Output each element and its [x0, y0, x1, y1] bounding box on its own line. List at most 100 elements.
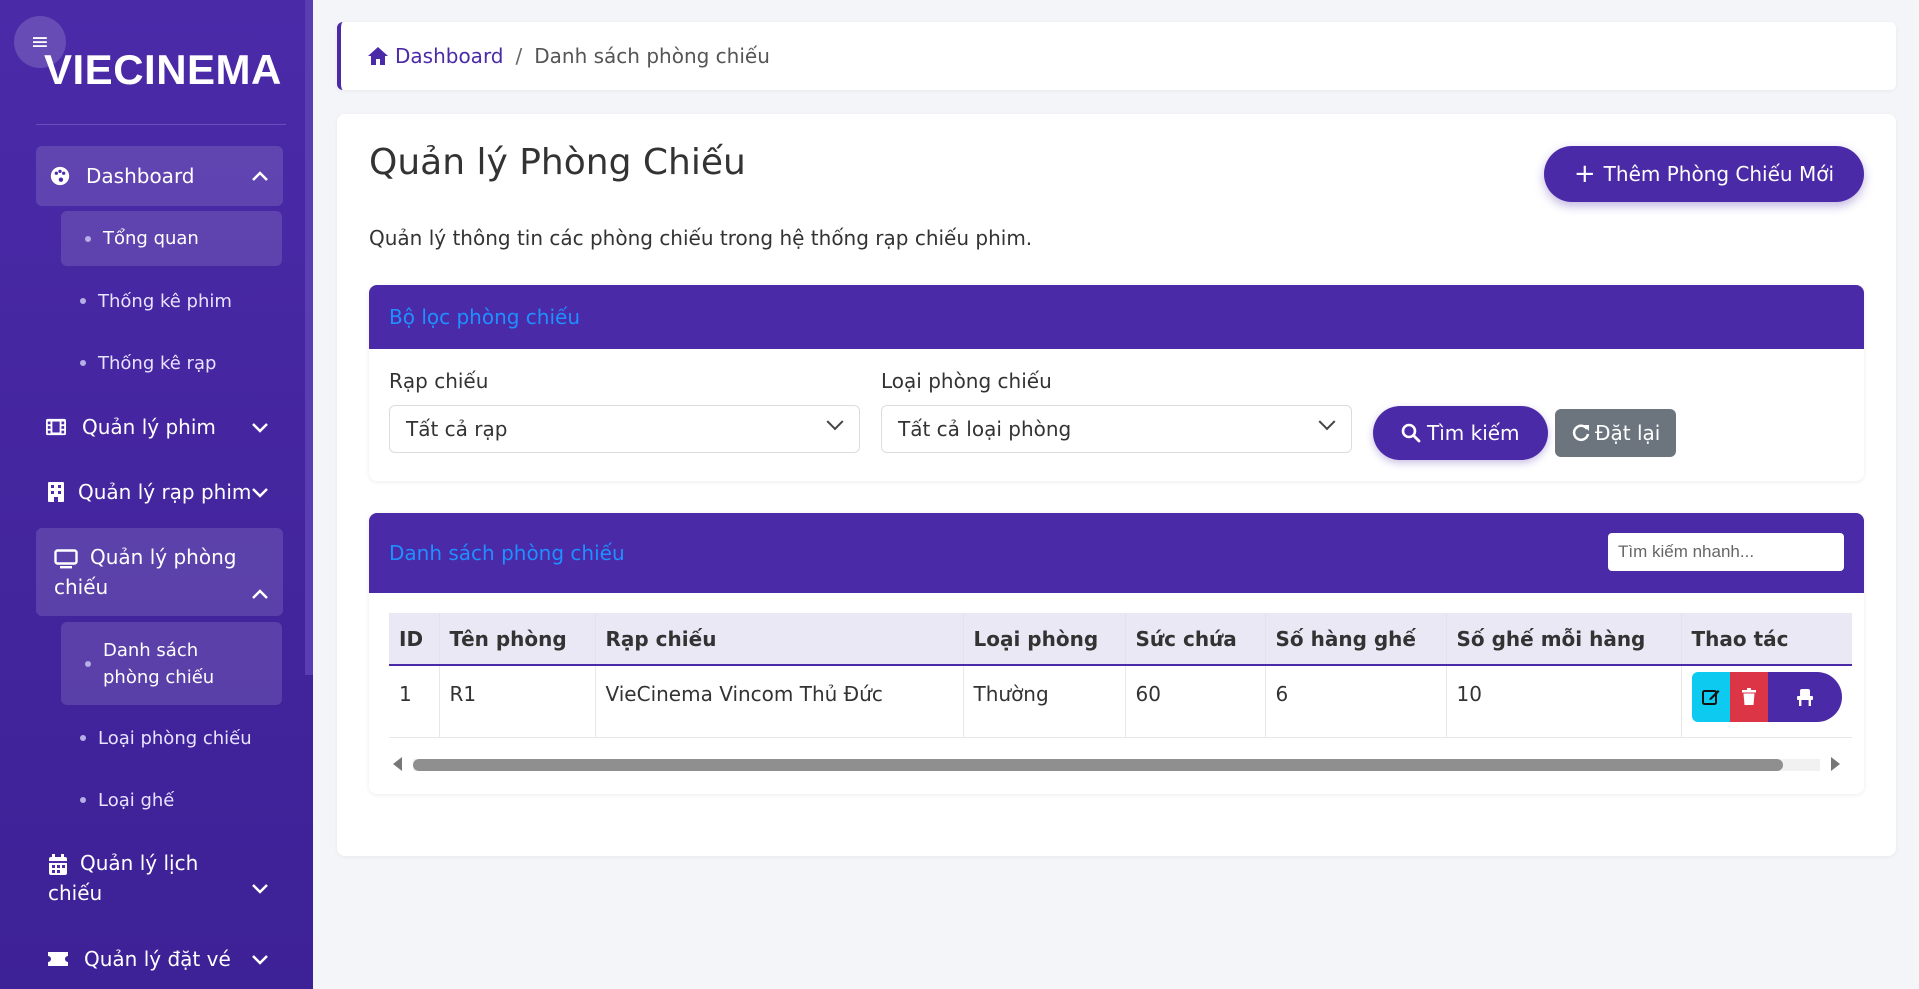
divider	[36, 124, 286, 125]
bullet-icon	[80, 797, 86, 803]
cinema-filter-label: Rạp chiếu	[389, 369, 489, 393]
sidebar-item-label: Loại phòng chiếu	[98, 727, 252, 749]
search-button[interactable]: Tìm kiếm	[1373, 406, 1548, 460]
cell-cinema: VieCinema Vincom Thủ Đức	[595, 665, 964, 738]
sidebar-item-overview[interactable]: Tổng quan	[61, 211, 282, 266]
room-list-panel: Danh sách phòng chiếu ID Tên phòng Rạp c…	[369, 513, 1864, 794]
sidebar-item-movie-stats[interactable]: Thống kê phim	[56, 275, 277, 327]
filter-panel-title: Bộ lọc phòng chiếu	[389, 305, 581, 329]
scroll-left-icon[interactable]	[393, 757, 402, 771]
edit-icon	[1701, 690, 1719, 705]
nav-label: Dashboard	[86, 164, 195, 188]
chair-icon	[1796, 689, 1813, 706]
chevron-up-icon	[251, 167, 269, 186]
column-header-cinema[interactable]: Rạp chiếu	[595, 613, 964, 666]
nav-bookings[interactable]: Quản lý đặt vé	[32, 930, 279, 988]
nav-label: Quản lý phòng	[90, 545, 237, 569]
nav-cinemas[interactable]: Quản lý rạp phim	[32, 462, 279, 522]
column-header-seats-per-row[interactable]: Số ghế mỗi hàng	[1446, 613, 1682, 666]
chevron-down-icon	[251, 872, 269, 902]
bullet-icon	[80, 735, 86, 741]
cell-row-count: 6	[1265, 665, 1447, 738]
plus-icon: +	[1573, 159, 1596, 189]
column-header-name[interactable]: Tên phòng	[439, 613, 596, 666]
scroll-right-icon[interactable]	[1831, 757, 1840, 771]
room-type-select[interactable]: Tất cả loại phòng	[881, 405, 1352, 453]
nav-label-line2: chiếu	[48, 881, 103, 905]
nav-showtimes[interactable]: Quản lý lịch chiếu	[32, 848, 279, 918]
edit-button[interactable]	[1691, 672, 1730, 722]
breadcrumb-separator: /	[515, 44, 523, 68]
palette-icon	[48, 164, 72, 188]
sidebar-item-label: Thống kê rạp	[98, 352, 217, 374]
main-card: Quản lý Phòng Chiếu + Thêm Phòng Chiếu M…	[337, 114, 1896, 856]
filter-panel: Bộ lọc phòng chiếu Rạp chiếu Tất cả rạp …	[369, 285, 1864, 481]
sidebar-item-room-types[interactable]: Loại phòng chiếu	[56, 712, 277, 764]
nav-label-line2: chiếu	[54, 575, 109, 599]
building-icon	[44, 480, 68, 504]
nav-dashboard[interactable]: Dashboard	[36, 146, 283, 206]
column-header-actions: Thao tác	[1681, 613, 1852, 666]
reset-button-label: Đặt lại	[1595, 421, 1661, 445]
page-description: Quản lý thông tin các phòng chiếu trong …	[369, 226, 1033, 250]
sidebar-scrollbar[interactable]	[305, 0, 313, 675]
cell-actions	[1681, 665, 1852, 738]
film-icon	[44, 415, 68, 439]
add-room-button[interactable]: + Thêm Phòng Chiếu Mới	[1543, 146, 1864, 202]
table-header-row: ID Tên phòng Rạp chiếu Loại phòng Sức ch…	[389, 613, 1852, 666]
room-type-select-value: Tất cả loại phòng	[898, 417, 1072, 441]
chevron-down-icon	[826, 413, 844, 431]
table-row: 1 R1 VieCinema Vincom Thủ Đức Thường 60 …	[389, 665, 1852, 738]
cell-id: 1	[389, 665, 440, 738]
cell-capacity: 60	[1125, 665, 1266, 738]
filter-panel-header: Bộ lọc phòng chiếu	[369, 285, 1864, 349]
bullet-icon	[80, 360, 86, 366]
room-list-header: Danh sách phòng chiếu	[369, 513, 1864, 593]
column-header-capacity[interactable]: Sức chứa	[1125, 613, 1266, 666]
monitor-icon	[54, 548, 78, 569]
refresh-icon	[1572, 424, 1590, 441]
nav-movies[interactable]: Quản lý phim	[32, 397, 279, 457]
sidebar-item-label: Loại ghế	[98, 789, 175, 811]
chevron-down-icon	[251, 483, 269, 502]
sidebar-item-label: Tổng quan	[103, 228, 199, 249]
scrollbar-thumb[interactable]	[413, 759, 1783, 771]
chevron-down-icon	[1318, 413, 1336, 431]
table-horizontal-scrollbar[interactable]	[389, 753, 1844, 773]
add-room-label: Thêm Phòng Chiếu Mới	[1603, 162, 1834, 186]
sidebar-item-cinema-stats[interactable]: Thống kê rạp	[56, 337, 277, 389]
cinema-select-value: Tất cả rạp	[406, 417, 508, 441]
home-icon	[368, 47, 388, 65]
nav-label: Quản lý lịch	[80, 851, 199, 875]
column-header-row-count[interactable]: Số hàng ghế	[1265, 613, 1447, 666]
bullet-icon	[80, 298, 86, 304]
column-header-id[interactable]: ID	[389, 613, 440, 666]
breadcrumb-home-label: Dashboard	[395, 44, 504, 68]
nav-label: Quản lý đặt vé	[84, 947, 231, 971]
chevron-down-icon	[251, 418, 269, 437]
breadcrumb-home-link[interactable]: Dashboard	[367, 44, 504, 68]
quick-search-input[interactable]	[1608, 533, 1844, 571]
cell-seats-per-row: 10	[1446, 665, 1682, 738]
breadcrumb-current: Danh sách phòng chiếu	[534, 44, 770, 68]
breadcrumb: Dashboard / Danh sách phòng chiếu	[337, 22, 1896, 90]
nav-label: Quản lý rạp phim	[78, 480, 252, 504]
room-type-filter-label: Loại phòng chiếu	[881, 369, 1052, 393]
calendar-icon	[48, 853, 68, 876]
nav-screening-rooms[interactable]: Quản lý phòng chiếu	[36, 528, 283, 616]
delete-button[interactable]	[1729, 672, 1768, 722]
sidebar-item-label: Thống kê phim	[98, 290, 232, 312]
bullet-icon	[85, 660, 91, 667]
manage-seats-button[interactable]	[1767, 672, 1842, 722]
room-list-title: Danh sách phòng chiếu	[389, 541, 625, 565]
rooms-table: ID Tên phòng Rạp chiếu Loại phòng Sức ch…	[389, 613, 1852, 738]
cinema-select[interactable]: Tất cả rạp	[389, 405, 860, 453]
sidebar-item-room-list[interactable]: Danh sách phòng chiếu	[61, 622, 282, 705]
reset-button[interactable]: Đặt lại	[1555, 409, 1677, 457]
column-header-type[interactable]: Loại phòng	[963, 613, 1126, 666]
sidebar-item-seat-types[interactable]: Loại ghế	[56, 774, 277, 826]
bullet-icon	[85, 235, 91, 242]
brand-logo[interactable]: VIECINEMA	[44, 46, 282, 94]
ticket-icon	[46, 947, 70, 971]
chevron-down-icon	[251, 950, 269, 969]
